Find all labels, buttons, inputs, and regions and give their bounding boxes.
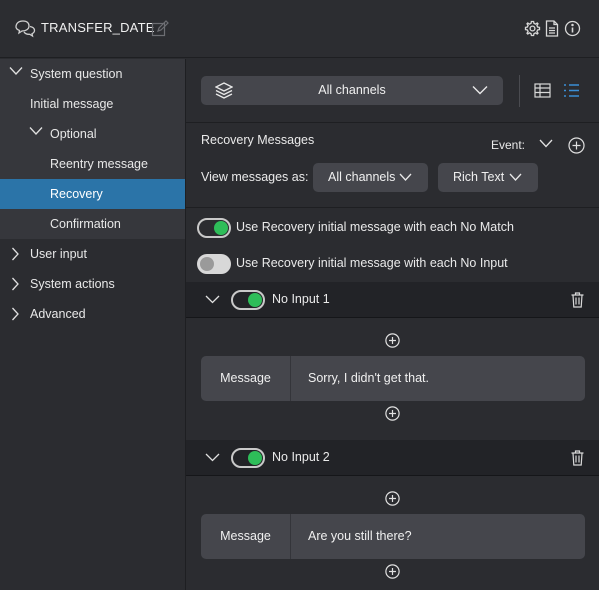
sidebar-item-label: User input (30, 247, 87, 261)
chevron-right-icon (11, 247, 19, 261)
event-dropdown[interactable] (539, 139, 553, 148)
view-format-value: Rich Text (453, 170, 505, 184)
sidebar-item-confirmation[interactable]: Confirmation (0, 209, 185, 239)
sidebar-item-advanced[interactable]: Advanced (0, 299, 185, 329)
event-label: Event: (491, 138, 526, 152)
no-input-option-label: Use Recovery initial message with each N… (236, 256, 508, 270)
sidebar-item-label: Optional (50, 127, 97, 141)
sidebar-item-label: System question (30, 67, 123, 81)
edit-icon[interactable] (151, 20, 169, 38)
view-format-select[interactable]: Rich Text (438, 163, 538, 192)
view-as-label: View messages as: (201, 170, 309, 184)
toolbar-divider (519, 75, 520, 107)
no-input-2-message-card[interactable]: Message Are you still there? (201, 514, 585, 559)
add-message-icon[interactable] (385, 564, 400, 579)
page-title: TRANSFER_DATE (41, 20, 155, 35)
view-channel-value: All channels (328, 170, 396, 184)
no-input-toggle[interactable] (197, 254, 231, 274)
message-text[interactable]: Sorry, I didn't get that. (308, 356, 429, 401)
chevron-right-icon (11, 307, 19, 321)
add-message-icon[interactable] (385, 406, 400, 421)
chevron-down-icon (399, 173, 412, 182)
table-view-icon[interactable] (534, 83, 551, 98)
sidebar-item-label: Reentry message (50, 157, 148, 171)
add-message-icon[interactable] (385, 333, 400, 348)
no-input-1-message-card[interactable]: Message Sorry, I didn't get that. (201, 356, 585, 401)
sidebar-item-label: Initial message (30, 97, 114, 111)
recovery-title: Recovery Messages (201, 133, 315, 147)
chevron-down-icon[interactable] (205, 453, 220, 462)
chevron-down-icon (509, 173, 522, 182)
chevron-right-icon (11, 277, 19, 291)
header-bar: TRANSFER_DATE (0, 0, 599, 58)
chevron-down-icon[interactable] (205, 295, 220, 304)
view-channel-select[interactable]: All channels (313, 163, 428, 192)
sidebar-item-recovery[interactable]: Recovery (0, 179, 185, 209)
sidebar: System question Initial message Optional… (0, 59, 186, 590)
sidebar-item-label: Confirmation (50, 217, 121, 231)
no-match-toggle[interactable] (197, 218, 231, 238)
no-match-option-label: Use Recovery initial message with each N… (236, 220, 514, 234)
toggle-knob (248, 451, 262, 465)
trash-icon[interactable] (571, 450, 584, 466)
sidebar-item-reentry-message[interactable]: Reentry message (0, 149, 185, 179)
trash-icon[interactable] (571, 292, 584, 308)
list-view-icon[interactable] (563, 83, 580, 98)
chevron-down-icon (9, 66, 23, 76)
gear-icon[interactable] (524, 20, 541, 37)
sidebar-item-label: Recovery (50, 187, 103, 201)
message-label: Message (201, 514, 291, 559)
sidebar-item-user-input[interactable]: User input (0, 239, 185, 269)
sidebar-item-system-question[interactable]: System question (0, 59, 185, 89)
sidebar-item-label: Advanced (30, 307, 86, 321)
chat-bubbles-icon (14, 19, 36, 39)
toggle-knob (200, 257, 214, 271)
message-text[interactable]: Are you still there? (308, 514, 412, 559)
add-event-icon[interactable] (568, 137, 585, 154)
toggle-knob (248, 293, 262, 307)
no-input-1-label: No Input 1 (272, 292, 330, 306)
no-input-2-label: No Input 2 (272, 450, 330, 464)
sidebar-item-optional[interactable]: Optional (0, 119, 185, 149)
sidebar-item-system-actions[interactable]: System actions (0, 269, 185, 299)
sidebar-item-label: System actions (30, 277, 115, 291)
sidebar-item-initial-message[interactable]: Initial message (0, 89, 185, 119)
no-input-1-row: No Input 1 (186, 282, 599, 318)
no-input-2-toggle[interactable] (231, 448, 265, 468)
document-icon[interactable] (545, 20, 559, 37)
channel-select[interactable]: All channels (201, 76, 503, 105)
channel-select-value: All channels (318, 83, 386, 97)
info-icon[interactable] (564, 20, 581, 37)
no-input-1-toggle[interactable] (231, 290, 265, 310)
no-input-2-row: No Input 2 (186, 440, 599, 476)
message-label: Message (201, 356, 291, 401)
chevron-down-icon (29, 126, 43, 136)
chevron-down-icon (472, 85, 488, 95)
toggle-knob (214, 221, 228, 235)
add-message-icon[interactable] (385, 491, 400, 506)
